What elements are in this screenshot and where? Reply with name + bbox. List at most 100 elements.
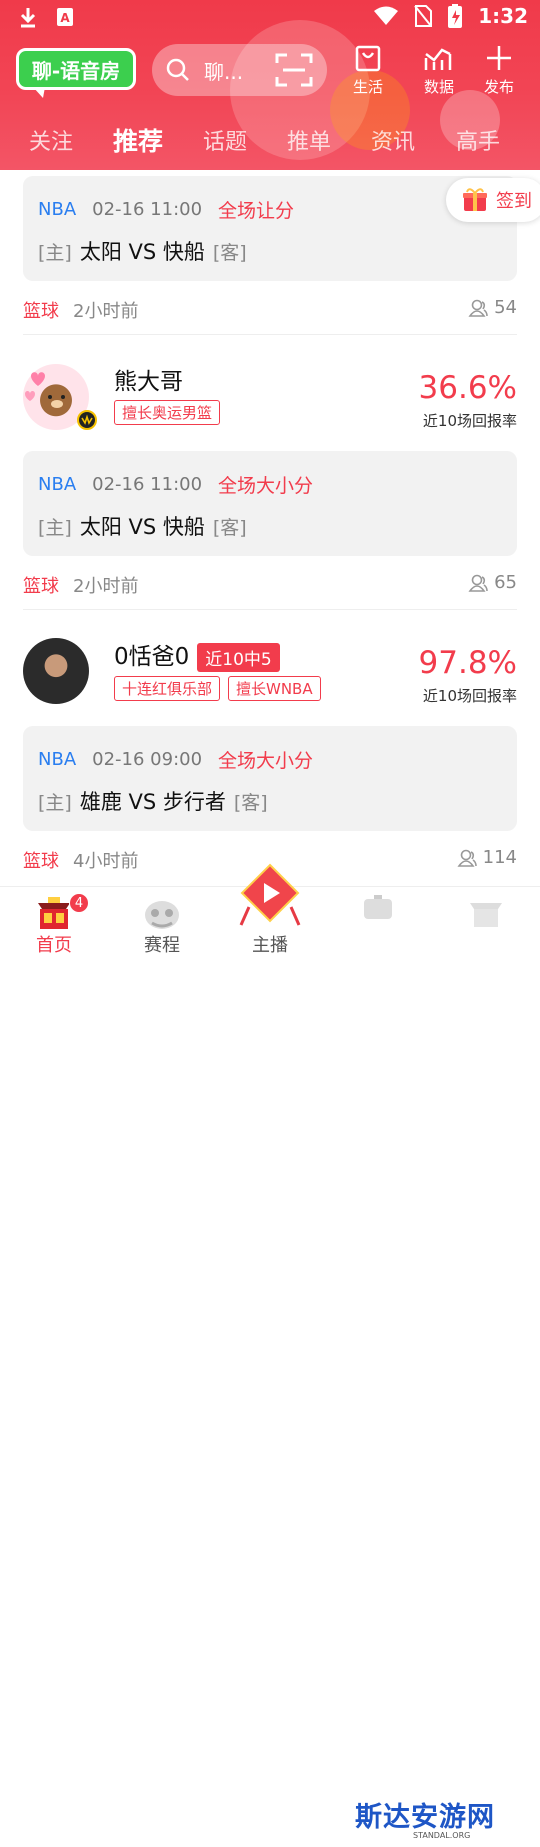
nav-schedule-label: 赛程 [144,935,180,956]
category-tabs: 关注 推荐 话题 推单 资讯 高手 [0,118,540,158]
profile-lantern-icon [470,903,502,927]
tab-picks[interactable]: 推单 [287,124,331,156]
match-card[interactable]: NBA 02-16 11:00 全场让分 [主] 太阳 VS 快船 [客] [23,176,517,281]
live-play-icon [239,863,301,926]
life-label: 生活 [352,78,383,96]
nav-streamer[interactable]: 主播 [225,863,315,957]
user-tag: 擅长奥运男篮 [114,400,221,425]
tab-topics[interactable]: 话题 [203,124,247,156]
matchup: [主] 太阳 VS 快船 [客] [38,236,247,266]
life-button[interactable]: 生活 [340,44,396,97]
status-time: 1:32 [478,4,528,28]
user-tag: 擅长WNBA [228,676,321,701]
verified-badge-icon [77,410,97,430]
play-type: 全场让分 [218,200,295,222]
gift-icon [463,188,487,211]
publish-label: 发布 [483,78,514,96]
matchup: [主] 雄鹿 VS 步行者 [客] [38,786,268,816]
match-time: 02-16 11:00 [92,199,203,220]
user-name[interactable]: 0恬爸0 [114,644,189,670]
scan-icon[interactable] [275,53,313,87]
view-count: 54 [468,297,517,318]
nav-tab-5[interactable] [441,887,531,931]
signin-button[interactable]: 签到 [446,178,540,222]
viewers-icon [457,849,477,867]
home-lantern-icon [38,897,70,929]
data-button[interactable]: 数据 [411,44,467,97]
nav-tab-4[interactable] [333,887,423,931]
download-icon [20,8,36,28]
view-count-value: 114 [482,847,517,868]
return-rate: 97.8% [418,645,517,681]
hit-rate-badge: 近10中5 [197,643,280,672]
home-tag: [主] [38,516,72,539]
post-time: 4小时前 [73,851,139,872]
match-time: 02-16 09:00 [92,749,203,770]
tab-experts[interactable]: 高手 [456,124,500,156]
return-rate-label: 近10场回报率 [422,412,517,430]
watermark: 斯达安游网 STANDAL.ORG [355,1795,540,1847]
logo-text: 聊-语音房 [31,58,121,83]
away-tag: [客] [212,241,247,264]
home-tag: [主] [38,241,72,264]
sport-label: 篮球 [23,851,59,872]
search-placeholder: 聊... [204,59,244,84]
home-tag: [主] [38,791,72,814]
avatar[interactable] [23,638,89,704]
league-label: NBA [38,749,77,770]
match-time: 02-16 11:00 [92,474,203,495]
avatar[interactable] [23,364,97,430]
away-tag: [客] [233,791,268,814]
search-icon [166,58,189,81]
lion-dance-icon [145,901,179,929]
sport-label: 篮球 [23,301,59,322]
viewers-icon [468,574,488,592]
league-label: NBA [38,474,77,495]
post-time: 2小时前 [73,301,139,322]
match-card[interactable]: NBA 02-16 11:00 全场大小分 [主] 太阳 VS 快船 [客] [23,451,517,556]
view-count-value: 54 [494,297,517,318]
view-count: 114 [457,847,517,868]
user-tag: 十连红俱乐部 [114,676,221,701]
match-card[interactable]: NBA 02-16 09:00 全场大小分 [主] 雄鹿 VS 步行者 [客] [23,726,517,831]
match-info: NBA 02-16 09:00 全场大小分 [38,746,313,773]
app-notification-icon: A [57,8,73,26]
post-meta: 篮球 2小时前 54 [23,297,517,322]
publish-button[interactable]: 发布 [471,44,527,97]
match-info: NBA 02-16 11:00 全场让分 [38,196,294,223]
matchup: [主] 太阳 VS 快船 [客] [38,511,247,541]
search-bar[interactable]: 聊... [152,44,327,96]
post-meta: 篮球 2小时前 65 [23,572,517,597]
post-time: 2小时前 [73,576,139,597]
viewers-icon [468,299,488,317]
shopping-bag-icon [355,45,381,72]
data-label: 数据 [423,78,454,96]
return-rate-label: 近10场回报率 [422,687,517,705]
header: A 1:32 聊-语音房 聊... 生活 数据 发布 关注 推荐 话题 推单 资… [0,0,540,170]
notification-badge: 4 [69,893,89,913]
view-count-value: 65 [494,572,517,593]
tab-follow[interactable]: 关注 [29,124,73,156]
voice-room-logo-button[interactable]: 聊-语音房 [16,48,136,98]
tab-recommend[interactable]: 推荐 [113,122,163,158]
user-name[interactable]: 熊大哥 [114,362,183,396]
bottom-navigation: 首页 4 赛程 主播 斯达安游网 STANDAL.ORG [0,863,540,1840]
match-info: NBA 02-16 11:00 全场大小分 [38,471,313,498]
away-tag: [客] [212,516,247,539]
divider [23,609,517,610]
signin-label: 签到 [496,191,532,212]
lantern-icon [364,895,392,919]
return-rate: 36.6% [418,370,517,406]
nav-schedule[interactable]: 赛程 [117,887,207,957]
play-type: 全场大小分 [218,750,314,772]
play-type: 全场大小分 [218,475,314,497]
tab-news[interactable]: 资讯 [371,124,415,156]
view-count: 65 [468,572,517,593]
league-label: NBA [38,199,77,220]
plus-icon [487,46,511,70]
teams-label: 太阳 VS 快船 [79,240,205,264]
nav-home[interactable]: 首页 4 [9,887,99,957]
watermark-title: 斯达安游网 [355,1802,495,1833]
svg-text:A: A [60,11,70,25]
chart-icon [424,48,452,70]
